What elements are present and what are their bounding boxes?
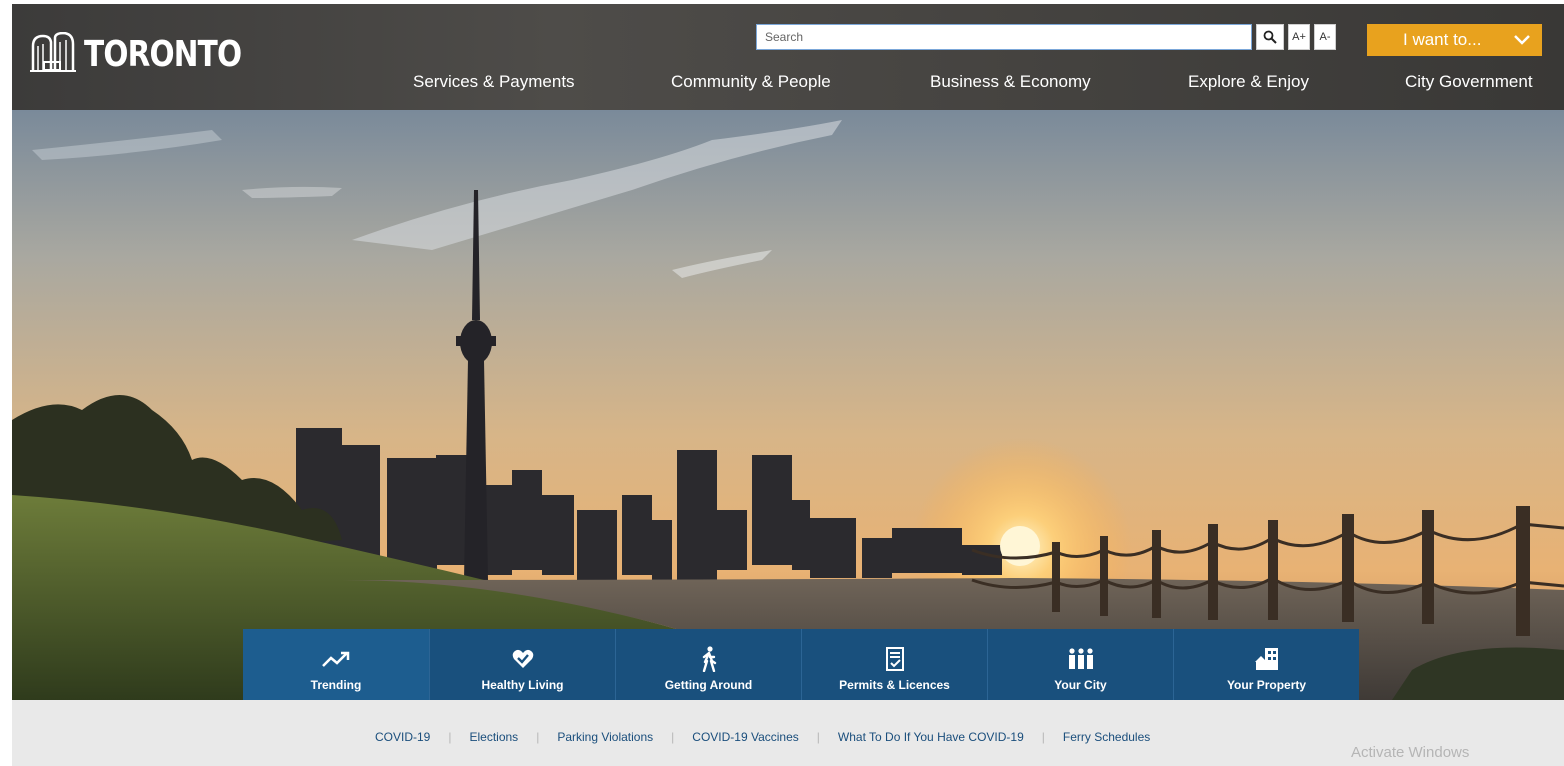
tab-getting-around[interactable]: Getting Around: [615, 629, 801, 700]
increase-font-button[interactable]: A+: [1288, 24, 1310, 50]
separator: |: [816, 730, 820, 744]
quick-links-bar: COVID-19 | Elections | Parking Violation…: [12, 700, 1564, 766]
nav-services-payments[interactable]: Services & Payments: [413, 72, 575, 92]
i-want-to-dropdown[interactable]: I want to...: [1367, 24, 1542, 56]
search-input[interactable]: [756, 24, 1252, 50]
toronto-skyline-sunset: [12, 110, 1564, 700]
search-bar: A+ A-: [756, 24, 1336, 50]
tab-healthy-living[interactable]: Healthy Living: [429, 629, 615, 700]
toronto-logo[interactable]: TORONTO: [30, 32, 276, 75]
tab-label: Healthy Living: [481, 678, 564, 692]
site-header: TORONTO A+ A- I want to... Services & Pa…: [12, 4, 1564, 110]
logo-wordmark: TORONTO: [84, 34, 242, 75]
tab-trending[interactable]: Trending: [243, 629, 429, 700]
quick-link-ferry-schedules[interactable]: Ferry Schedules: [1063, 730, 1150, 744]
tab-your-city[interactable]: Your City: [987, 629, 1173, 700]
decrease-font-button[interactable]: A-: [1314, 24, 1336, 50]
house-building-icon: [1254, 648, 1278, 670]
chevron-down-icon: [1514, 35, 1530, 45]
quick-link-elections[interactable]: Elections: [469, 730, 518, 744]
walking-person-icon: [702, 646, 716, 672]
separator: |: [536, 730, 540, 744]
nav-community-people[interactable]: Community & People: [671, 72, 831, 92]
tab-your-property[interactable]: Your Property: [1173, 629, 1359, 700]
quick-links-list: COVID-19 | Elections | Parking Violation…: [375, 730, 1150, 744]
quick-link-covid-19[interactable]: COVID-19: [375, 730, 430, 744]
separator: |: [448, 730, 452, 744]
heart-icon: [512, 649, 533, 668]
quick-link-parking-violations[interactable]: Parking Violations: [557, 730, 653, 744]
nav-city-government[interactable]: City Government: [1405, 72, 1533, 92]
nav-business-economy[interactable]: Business & Economy: [930, 72, 1091, 92]
people-icon: [1068, 648, 1093, 669]
i-want-to-label: I want to...: [1403, 30, 1482, 49]
hero-skyline-image: [12, 110, 1564, 700]
activate-windows-watermark: Activate Windows: [1351, 744, 1470, 761]
search-button[interactable]: [1256, 24, 1284, 50]
browser-viewport: TORONTO A+ A- I want to... Services & Pa…: [12, 4, 1564, 766]
nav-explore-enjoy[interactable]: Explore & Enjoy: [1188, 72, 1309, 92]
tab-label: Permits & Licences: [839, 678, 950, 692]
tab-label: Getting Around: [664, 678, 753, 692]
trending-icon: [322, 651, 350, 667]
search-icon: [1263, 30, 1277, 44]
tab-label: Trending: [310, 678, 362, 692]
city-hall-logo-icon: [30, 32, 76, 72]
separator: |: [671, 730, 675, 744]
quick-link-covid-19-vaccines[interactable]: COVID-19 Vaccines: [692, 730, 798, 744]
tab-permits-licences[interactable]: Permits & Licences: [801, 629, 987, 700]
checklist-document-icon: [885, 647, 904, 671]
quick-link-what-to-do-covid[interactable]: What To Do If You Have COVID-19: [838, 730, 1024, 744]
left-margin: [0, 0, 12, 766]
separator: |: [1041, 730, 1045, 744]
category-tabs: Trending Healthy Living Getting Around P…: [243, 629, 1359, 700]
tab-label: Your Property: [1226, 678, 1307, 692]
tab-label: Your City: [1054, 678, 1107, 692]
